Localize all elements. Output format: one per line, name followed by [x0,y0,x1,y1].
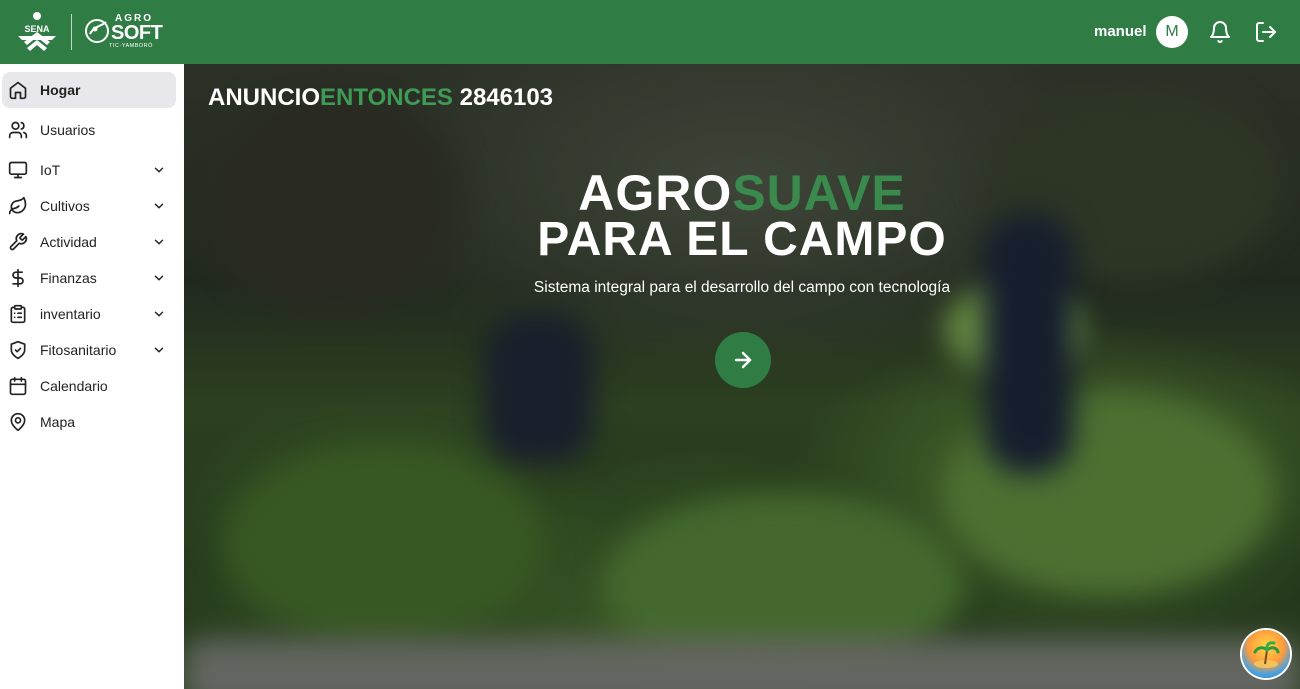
brand-sub: TIC·YAMBORÓ [109,43,153,49]
chevron-down-icon[interactable] [152,163,166,177]
sidebar-item-cultivos[interactable]: Cultivos [0,188,176,224]
sidebar-item-label: Actividad [40,234,97,250]
bell-icon[interactable] [1208,20,1232,44]
sena-logo[interactable]: SENA [14,10,60,54]
sidebar-item-usuarios[interactable]: Usuarios [0,112,176,148]
visit-counter: ANUNCIOENTONCES 2846103 [208,84,553,112]
arrow-right-icon [734,351,752,369]
sidebar-item-actividad[interactable]: Actividad [0,224,176,260]
shield-icon [10,340,26,360]
home-icon [9,81,27,100]
brand-soft: SOFT [111,22,163,44]
assistant-floating-button[interactable] [1242,630,1290,678]
monitor-icon [8,161,28,179]
top-bar: SENA AGRO SOFT TIC·YAMBORÓ manuel M [0,0,1300,64]
sidebar-item-label: IoT [40,162,61,178]
calendar-icon [9,376,27,396]
agrosoft-logo[interactable]: AGRO SOFT TIC·YAMBORÓ [82,12,163,52]
sidebar-item-fitosanitario[interactable]: Fitosanitario [0,332,176,368]
sidebar-item-label: inventario [40,306,101,322]
map-pin-icon [10,412,26,432]
sidebar-item-label: Finanzas [40,270,97,286]
agrosoft-mark-icon [85,19,109,43]
palm-island-icon [1253,641,1280,668]
sidebar-item-label: Mapa [40,414,76,430]
hero-subtitle: Sistema integral para el desarrollo del … [533,279,951,296]
clipboard-icon [10,304,26,324]
chevron-down-icon[interactable] [152,271,166,285]
logout-icon[interactable] [1254,20,1278,44]
sidebar-item-hogar[interactable]: Hogar [2,72,176,108]
sidebar-item-label: Fitosanitario [40,342,117,358]
chevron-down-icon[interactable] [152,307,166,321]
sidebar-item-mapa[interactable]: Mapa [0,404,176,440]
hero-title-line2: PARA EL CAMPO [537,213,947,266]
hero-continue-button[interactable] [715,332,771,388]
sidebar-item-label: Hogar [40,82,81,98]
users-icon [8,121,28,139]
sidebar-item-finanzas[interactable]: Finanzas [0,260,176,296]
sidebar-item-iot[interactable]: IoT [0,152,176,188]
counter-value: 2846103 [459,84,554,111]
sidebar-item-calendario[interactable]: Calendario [0,368,176,404]
counter-label-a: ANUNCIO [208,84,320,111]
chevron-down-icon[interactable] [152,343,166,357]
sidebar-item-label: Usuarios [40,122,96,138]
sidebar: Hogar Usuarios IoT Cultivos Actividad Fi… [0,64,184,689]
sidebar-item-inventario[interactable]: inventario [0,296,176,332]
hero-banner: ANUNCIOENTONCES 2846103 AGROSUAVE PARA E… [184,64,1300,689]
svg-text:SENA: SENA [24,24,50,34]
user-name: manuel [1094,23,1147,40]
wrench-icon [9,232,28,251]
logo-divider [71,14,72,50]
chevron-down-icon[interactable] [152,199,166,213]
leaf-icon [8,196,27,215]
counter-label-b: ENTONCES [320,84,453,111]
avatar[interactable]: M [1156,16,1188,48]
sidebar-item-label: Cultivos [40,198,90,214]
sidebar-item-label: Calendario [40,378,108,394]
dollar-icon [12,268,24,288]
chevron-down-icon[interactable] [152,235,166,249]
